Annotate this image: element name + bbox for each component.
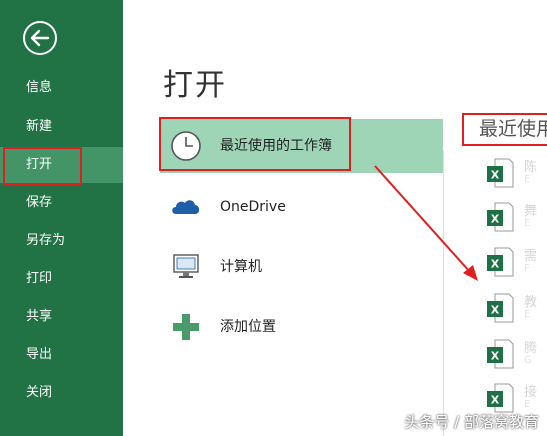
watermark: 头条号 / 部落窝教育 (404, 413, 539, 431)
annotation-arrow (374, 165, 478, 281)
